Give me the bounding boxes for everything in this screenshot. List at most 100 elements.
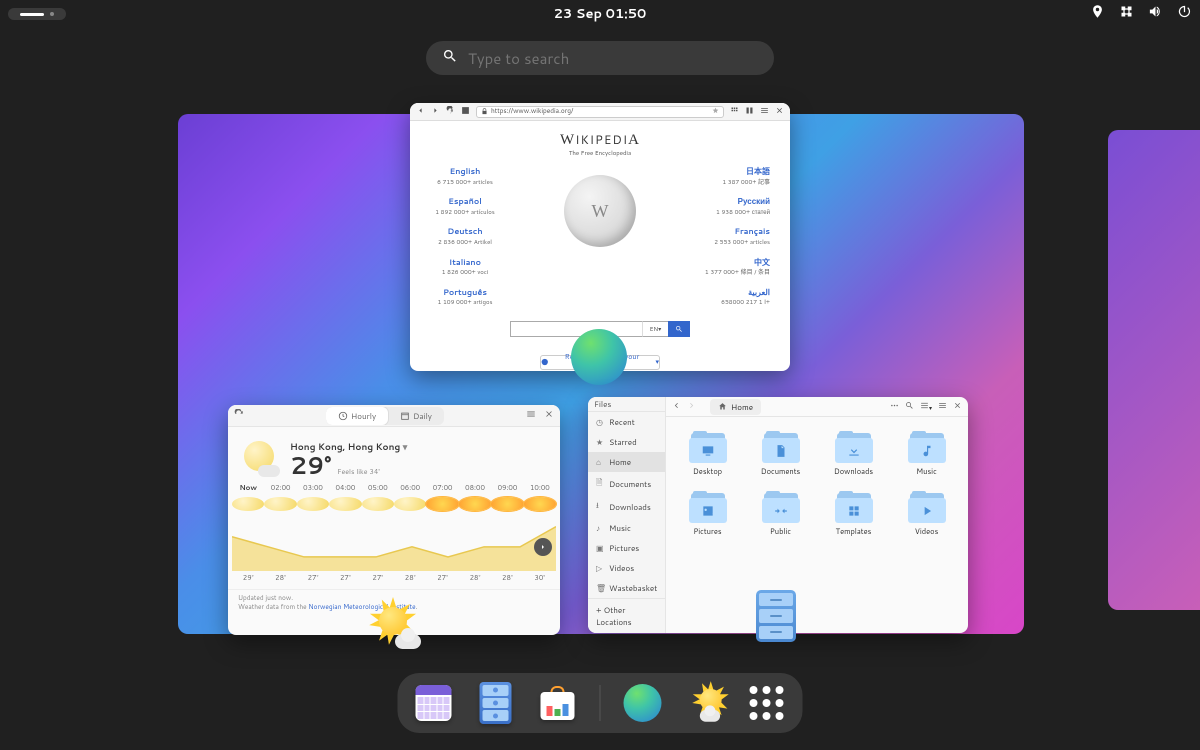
wikipedia-globe: W xyxy=(564,175,636,247)
workspace-2[interactable] xyxy=(1108,130,1200,610)
wikipedia-logo-text: WIKIPEDIA xyxy=(430,131,770,149)
menu-icon[interactable] xyxy=(526,409,536,422)
nav-back-icon[interactable] xyxy=(672,400,681,413)
url-bar[interactable]: https://www.wikipedia.org/ xyxy=(476,106,724,118)
sidebar-item-starred[interactable]: ★Starred xyxy=(588,432,665,452)
star-icon[interactable] xyxy=(712,107,719,117)
folder-music[interactable]: Music xyxy=(893,431,960,477)
hour-icon xyxy=(264,497,296,511)
hour-temp: 28° xyxy=(459,573,491,583)
home-icon xyxy=(718,402,727,411)
scroll-next-button[interactable] xyxy=(534,538,552,556)
wikipedia-lang-select[interactable]: EN ▾ xyxy=(642,321,668,337)
lock-icon xyxy=(481,108,488,115)
close-icon[interactable] xyxy=(544,409,554,422)
hamburger-icon[interactable] xyxy=(938,400,947,413)
sidebar-item-wastebasket[interactable]: 🗑Wastebasket xyxy=(588,578,665,598)
hour-temp: 28° xyxy=(264,573,296,583)
temperature-chart xyxy=(232,515,556,571)
hour-icon xyxy=(426,497,458,511)
language-link[interactable]: Português1 109 000+ artigos xyxy=(430,288,500,307)
url-text: https://www.wikipedia.org/ xyxy=(491,107,573,116)
nav-back-icon[interactable] xyxy=(416,106,425,118)
language-link[interactable]: العربية658ا 1 217 000+ xyxy=(700,288,770,307)
search-icon[interactable] xyxy=(905,400,914,413)
hour-label: 04:00 xyxy=(329,483,361,493)
folder-pictures[interactable]: Pictures xyxy=(674,491,741,537)
refresh-icon[interactable] xyxy=(234,409,244,422)
dock-web[interactable] xyxy=(623,683,663,723)
folder-downloads[interactable]: Downloads xyxy=(820,431,887,477)
dock-contacts[interactable] xyxy=(476,683,516,723)
folder-videos[interactable]: Videos xyxy=(893,491,960,537)
wikipedia-search-button[interactable] xyxy=(668,321,690,337)
other-locations[interactable]: + Other Locations xyxy=(588,598,665,633)
wikipedia-search-input[interactable] xyxy=(510,321,642,337)
hour-temp: 27° xyxy=(329,573,361,583)
path-bar[interactable]: Home xyxy=(710,399,761,415)
language-link[interactable]: 中文1 377 000+ 條目 / 条目 xyxy=(700,258,770,277)
hour-label: 05:00 xyxy=(362,483,394,493)
power-icon[interactable] xyxy=(1177,4,1192,24)
reader-icon[interactable] xyxy=(745,106,754,118)
language-link[interactable]: Italiano1 826 000+ voci xyxy=(430,258,500,277)
language-link[interactable]: 日本語1 387 000+ 記事 xyxy=(700,167,770,186)
hour-temp: 27° xyxy=(426,573,458,583)
hour-icon xyxy=(459,497,491,511)
location-icon[interactable] xyxy=(1090,4,1105,24)
hour-label: 06:00 xyxy=(394,483,426,493)
language-link[interactable]: English6 715 000+ articles xyxy=(430,167,500,186)
sidebar-item-downloads[interactable]: ⭳Downloads xyxy=(588,495,665,518)
clock[interactable]: 23 Sep 01:50 xyxy=(554,5,647,23)
tab-daily[interactable]: Daily xyxy=(388,407,444,425)
files-app-badge xyxy=(756,590,800,646)
search-input[interactable] xyxy=(468,48,758,69)
language-link[interactable]: Español1 892 000+ artículos xyxy=(430,197,500,216)
hour-label: 09:00 xyxy=(491,483,523,493)
nav-forward-icon[interactable] xyxy=(687,400,696,413)
activities-pill[interactable] xyxy=(8,8,66,20)
apps-icon[interactable] xyxy=(730,106,739,118)
dock-separator xyxy=(600,685,601,721)
language-link[interactable]: Français2 553 000+ articles xyxy=(700,227,770,246)
hour-icon xyxy=(329,497,361,511)
menu-icon[interactable] xyxy=(760,106,769,118)
browser-toolbar: https://www.wikipedia.org/ xyxy=(410,103,790,121)
view-segmented[interactable]: Hourly Daily xyxy=(326,407,444,425)
dock-apps-grid[interactable] xyxy=(747,683,787,723)
view-list-icon[interactable]: ▾ xyxy=(920,400,932,413)
hour-icon xyxy=(297,497,329,511)
network-icon[interactable] xyxy=(1119,4,1134,24)
nav-forward-icon[interactable] xyxy=(431,106,440,118)
feels-like: Feels like 34° xyxy=(337,467,380,477)
dock-weather[interactable] xyxy=(685,683,725,723)
folder-desktop[interactable]: Desktop xyxy=(674,431,741,477)
sidebar-item-home[interactable]: ⌂Home xyxy=(588,452,665,472)
close-icon[interactable] xyxy=(953,400,962,413)
sidebar-item-videos[interactable]: ▷Videos xyxy=(588,558,665,578)
hour-icon xyxy=(524,497,556,511)
language-link[interactable]: Deutsch2 836 000+ Artikel xyxy=(430,227,500,246)
language-link[interactable]: Русский1 938 000+ статей xyxy=(700,197,770,216)
dock-software[interactable] xyxy=(538,683,578,723)
sidebar-item-music[interactable]: ♪Music xyxy=(588,518,665,538)
menu-icon[interactable] xyxy=(890,400,899,413)
hour-temp: 28° xyxy=(394,573,426,583)
dock xyxy=(398,673,803,733)
new-tab-icon[interactable] xyxy=(461,106,470,118)
close-icon[interactable] xyxy=(775,106,784,118)
tab-hourly[interactable]: Hourly xyxy=(326,407,388,425)
folder-public[interactable]: Public xyxy=(747,491,814,537)
top-bar: 23 Sep 01:50 xyxy=(0,0,1200,28)
sidebar-item-pictures[interactable]: ▣Pictures xyxy=(588,538,665,558)
reload-icon[interactable] xyxy=(446,106,455,118)
hour-temp: 27° xyxy=(362,573,394,583)
sidebar-item-recent[interactable]: ◷Recent xyxy=(588,412,665,432)
sidebar-item-documents[interactable]: 🗎Documents xyxy=(588,472,665,495)
folder-documents[interactable]: Documents xyxy=(747,431,814,477)
folder-templates[interactable]: Templates xyxy=(820,491,887,537)
volume-icon[interactable] xyxy=(1148,4,1163,24)
files-title: Files xyxy=(588,397,665,412)
dock-calendar[interactable] xyxy=(414,683,454,723)
overview-search[interactable] xyxy=(426,41,774,75)
